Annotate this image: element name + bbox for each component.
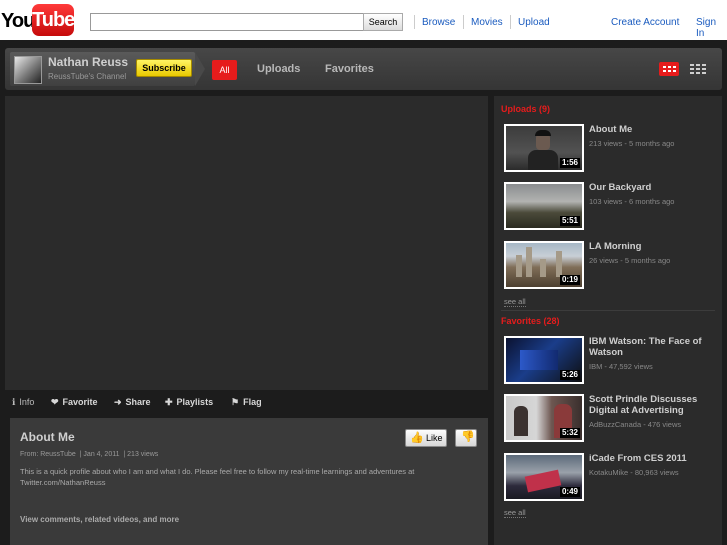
- nav-divider: [414, 15, 415, 29]
- arrow-right-icon: ➜: [114, 397, 122, 407]
- nav-divider: [510, 15, 511, 29]
- flag-icon: ⚑: [231, 397, 240, 407]
- dislike-button[interactable]: 👎: [455, 429, 477, 447]
- channel-header: Nathan Reuss ReussTube's Channel Subscri…: [5, 48, 722, 90]
- list-item[interactable]: 0:19 LA Morning 26 views - 5 months ago: [504, 241, 714, 293]
- video-item-meta: IBM - 47,592 views: [589, 362, 653, 371]
- video-item-title[interactable]: Our Backyard: [589, 182, 709, 193]
- video-thumbnail[interactable]: 5:32: [504, 394, 584, 442]
- duration-badge: 1:56: [559, 158, 580, 168]
- search-button[interactable]: Search: [363, 13, 403, 31]
- favorite-action[interactable]: ❤ Favorite: [51, 397, 98, 408]
- video-date: Jan 4, 2011: [83, 451, 120, 458]
- youtube-logo[interactable]: You Tube: [0, 4, 75, 36]
- channel-info: Nathan Reuss ReussTube's Channel Subscri…: [10, 52, 205, 86]
- playlists-action[interactable]: ✚ Playlists: [165, 397, 213, 408]
- video-views: 213 views: [127, 451, 159, 458]
- duration-badge: 5:26: [559, 370, 580, 380]
- video-meta: From: ReussTube | Jan 4, 2011 | 213 view…: [20, 451, 159, 458]
- video-thumbnail[interactable]: 1:56: [504, 124, 584, 172]
- video-item-meta: 26 views - 5 months ago: [589, 256, 671, 265]
- like-label: Like: [426, 433, 443, 443]
- uploads-heading[interactable]: Uploads (9): [501, 104, 550, 114]
- create-account-link[interactable]: Create Account: [611, 17, 679, 28]
- tab-favorites[interactable]: Favorites: [325, 63, 374, 75]
- nav-browse-link[interactable]: Browse: [422, 17, 455, 28]
- duration-badge: 0:49: [559, 487, 580, 497]
- favorites-heading[interactable]: Favorites (28): [501, 316, 560, 326]
- heart-icon: ❤: [51, 397, 59, 407]
- subscribe-button[interactable]: Subscribe: [136, 59, 192, 77]
- video-actions: ℹ Info ❤ Favorite ➜ Share ✚ Playlists ⚑ Flag: [5, 390, 488, 416]
- nav-divider: [463, 15, 464, 29]
- favorites-see-all-link[interactable]: see all: [504, 508, 526, 518]
- nav-upload-link[interactable]: Upload: [518, 17, 550, 28]
- info-label: Info: [19, 397, 35, 407]
- video-item-meta: 213 views - 5 months ago: [589, 139, 675, 148]
- video-item-title[interactable]: IBM Watson: The Face of Watson: [589, 336, 709, 358]
- flag-action[interactable]: ⚑ Flag: [231, 397, 262, 408]
- video-thumbnail[interactable]: 5:26: [504, 336, 584, 384]
- video-item-title[interactable]: iCade From CES 2011: [589, 453, 709, 464]
- masthead: You Tube Search Browse Movies Upload Cre…: [0, 0, 727, 40]
- sign-in-link[interactable]: Sign In: [696, 17, 727, 39]
- favorite-label: Favorite: [62, 397, 98, 407]
- list-item[interactable]: 0:49 iCade From CES 2011 KotakuMike - 80…: [504, 453, 714, 505]
- video-from[interactable]: From: ReussTube: [20, 451, 76, 458]
- divider: [501, 310, 715, 311]
- list-item[interactable]: 1:56 About Me 213 views - 5 months ago: [504, 124, 714, 176]
- list-view-icon[interactable]: [690, 64, 706, 74]
- thumbs-down-icon: 👎: [461, 431, 475, 443]
- video-title: About Me: [20, 430, 75, 444]
- duration-badge: 5:51: [559, 216, 580, 226]
- list-item[interactable]: 5:26 IBM Watson: The Face of Watson IBM …: [504, 336, 714, 388]
- channel-subtitle: ReussTube's Channel: [48, 72, 127, 81]
- duration-badge: 0:19: [559, 275, 580, 285]
- grid-view-icon[interactable]: [659, 62, 679, 76]
- video-item-title[interactable]: About Me: [589, 124, 709, 135]
- video-item-title[interactable]: LA Morning: [589, 241, 709, 252]
- search-input[interactable]: [90, 13, 364, 31]
- video-thumbnail[interactable]: 0:49: [504, 453, 584, 501]
- share-action[interactable]: ➜ Share: [114, 397, 151, 408]
- flag-label: Flag: [243, 397, 262, 407]
- share-label: Share: [125, 397, 151, 407]
- more-link[interactable]: View comments, related videos, and more: [20, 515, 179, 524]
- channel-name[interactable]: Nathan Reuss: [48, 55, 128, 69]
- video-info-panel: About Me From: ReussTube | Jan 4, 2011 |…: [10, 418, 488, 545]
- info-icon: ℹ: [12, 397, 16, 407]
- video-thumbnail[interactable]: 5:51: [504, 182, 584, 230]
- like-button[interactable]: 👍 Like: [405, 429, 447, 447]
- video-item-title[interactable]: Scott Prindle Discusses Digital at Adver…: [589, 394, 709, 416]
- playlists-label: Playlists: [176, 397, 214, 407]
- tab-all[interactable]: All: [212, 60, 237, 80]
- list-item[interactable]: 5:51 Our Backyard 103 views - 6 months a…: [504, 182, 714, 234]
- video-thumbnail[interactable]: 0:19: [504, 241, 584, 289]
- video-item-meta: KotakuMike - 80,963 views: [589, 468, 679, 477]
- sidebar: Uploads (9) 1:56 About Me 213 views - 5 …: [494, 96, 722, 545]
- nav-movies-link[interactable]: Movies: [471, 17, 503, 28]
- tab-uploads[interactable]: Uploads: [257, 63, 300, 75]
- video-description: This is a quick profile about who I am a…: [20, 467, 415, 487]
- uploads-see-all-link[interactable]: see all: [504, 297, 526, 307]
- plus-icon: ✚: [165, 397, 173, 407]
- video-item-meta: 103 views - 6 months ago: [589, 197, 675, 206]
- logo-you: You: [1, 10, 35, 32]
- thumbs-up-icon: 👍: [410, 432, 424, 444]
- video-item-meta: AdBuzzCanada - 476 views: [589, 420, 682, 429]
- duration-badge: 5:32: [559, 428, 580, 438]
- logo-tube: Tube: [32, 4, 75, 36]
- info-action[interactable]: ℹ Info: [12, 397, 34, 408]
- avatar[interactable]: [14, 56, 42, 84]
- video-player[interactable]: [5, 96, 488, 390]
- list-item[interactable]: 5:32 Scott Prindle Discusses Digital at …: [504, 394, 714, 446]
